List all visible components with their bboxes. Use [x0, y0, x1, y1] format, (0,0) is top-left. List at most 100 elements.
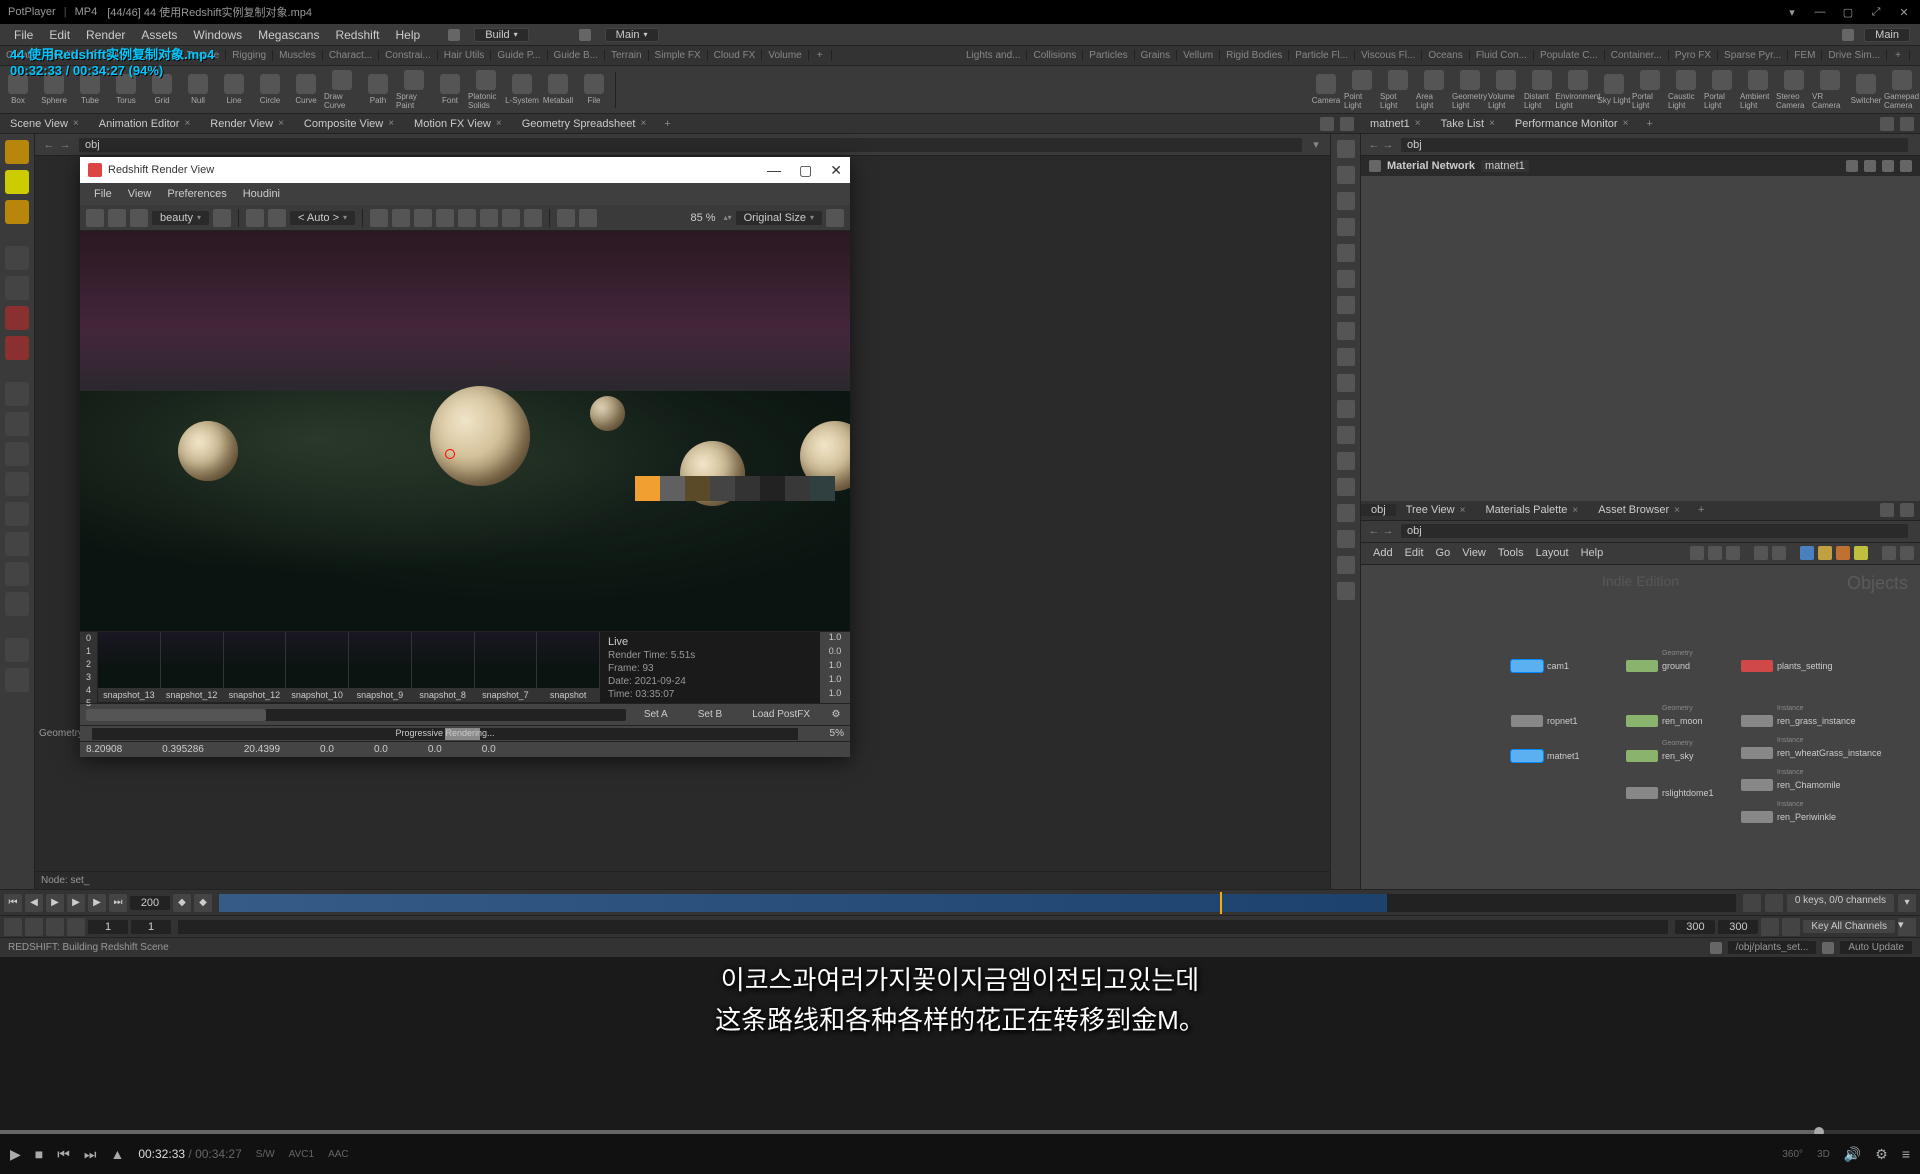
- gear-icon[interactable]: [1846, 160, 1858, 172]
- info-icon[interactable]: [1900, 160, 1912, 172]
- tool-icon[interactable]: [1337, 426, 1355, 444]
- shelf-tab[interactable]: Viscous Fl...: [1355, 50, 1422, 61]
- add-tab-button[interactable]: +: [656, 118, 678, 130]
- node-ren_Periwinkle[interactable]: Instanceren_Periwinkle: [1741, 811, 1836, 823]
- shelf-tab[interactable]: Constrai...: [379, 50, 438, 61]
- snapshot-thumb[interactable]: snapshot_12: [161, 632, 224, 702]
- shelf-tool-draw-curve[interactable]: Draw Curve: [324, 69, 360, 111]
- crop-icon[interactable]: [268, 209, 286, 227]
- tool-icon[interactable]: [1337, 218, 1355, 236]
- snapshot-scroll[interactable]: [86, 709, 626, 721]
- range-start[interactable]: 1: [88, 920, 128, 934]
- render-button[interactable]: [86, 209, 104, 227]
- shelf-tool-portal-light[interactable]: Portal Light: [1704, 69, 1740, 111]
- set-a-button[interactable]: Set A: [632, 708, 680, 721]
- node-ren_sky[interactable]: Geometryren_sky: [1626, 750, 1694, 762]
- range-icon[interactable]: [46, 918, 64, 936]
- tool-icon[interactable]: [1337, 478, 1355, 496]
- playlist-icon[interactable]: ≡: [1902, 1146, 1910, 1162]
- tool-icon[interactable]: [1754, 546, 1768, 560]
- play-button[interactable]: ▶: [67, 894, 85, 912]
- pane-opt-icon[interactable]: [1900, 503, 1914, 517]
- net-menu-layout[interactable]: Layout: [1530, 547, 1575, 559]
- tool-icon[interactable]: [1337, 166, 1355, 184]
- open-button[interactable]: ▲: [110, 1146, 124, 1162]
- nav-back-icon[interactable]: ←: [41, 139, 57, 151]
- key-all-button[interactable]: Key All Channels: [1803, 920, 1895, 933]
- wand-icon[interactable]: [502, 209, 520, 227]
- node-ren_Chamomile[interactable]: Instanceren_Chamomile: [1741, 779, 1841, 791]
- shelf-tab[interactable]: Terrain: [605, 50, 649, 61]
- flag-green-icon[interactable]: [1854, 546, 1868, 560]
- shelf-tool-area-light[interactable]: Area Light: [1416, 69, 1452, 111]
- flag-blue-icon[interactable]: [1800, 546, 1814, 560]
- key-button[interactable]: ◆: [194, 894, 212, 912]
- desktop-selector[interactable]: Build▾: [474, 28, 528, 42]
- shelf-tool-switcher[interactable]: Switcher: [1848, 69, 1884, 111]
- menu-render[interactable]: Render: [78, 28, 133, 42]
- move-tool-icon[interactable]: [5, 276, 29, 300]
- node-ren_wheatGrass_instance[interactable]: Instanceren_wheatGrass_instance: [1741, 747, 1882, 759]
- rw-menu-view[interactable]: View: [120, 188, 160, 200]
- lock-icon[interactable]: [370, 209, 388, 227]
- rw-titlebar[interactable]: Redshift Render View — ▢ ✕: [80, 157, 850, 183]
- pane-selector[interactable]: Main: [1864, 28, 1910, 42]
- range-end2[interactable]: 300: [1718, 920, 1758, 934]
- tool-icon[interactable]: [1337, 348, 1355, 366]
- timeline-track[interactable]: [219, 894, 1736, 912]
- volume-icon[interactable]: 🔊: [1844, 1146, 1861, 1163]
- shelf-tab[interactable]: FEM: [1788, 50, 1822, 61]
- rw-minimize-icon[interactable]: —: [767, 162, 781, 179]
- range-icon[interactable]: [25, 918, 43, 936]
- maximize-icon[interactable]: ▢: [1840, 6, 1856, 19]
- range-track[interactable]: [178, 920, 1668, 934]
- tab-scene-view[interactable]: Scene View ×: [0, 118, 89, 130]
- add-tab-button[interactable]: +: [1690, 504, 1712, 516]
- tool-icon[interactable]: [1337, 530, 1355, 548]
- fullscreen-icon[interactable]: ⤢: [1868, 6, 1884, 19]
- handle-tool-icon[interactable]: [5, 246, 29, 270]
- rate-3d[interactable]: 3D: [1817, 1149, 1830, 1160]
- shelf-tab[interactable]: Grains: [1135, 50, 1177, 61]
- pane-opt-icon[interactable]: [1340, 117, 1354, 131]
- snapshot-icon[interactable]: [246, 209, 264, 227]
- tab-motion-fx-view[interactable]: Motion FX View ×: [404, 118, 512, 130]
- tool-icon[interactable]: [1337, 270, 1355, 288]
- rw-menu-preferences[interactable]: Preferences: [159, 188, 234, 200]
- circle-icon[interactable]: [414, 209, 432, 227]
- current-frame[interactable]: 200: [130, 896, 170, 910]
- tab-tree-view[interactable]: Tree View ×: [1396, 504, 1476, 516]
- shelf-tool-l-system[interactable]: L-System: [504, 69, 540, 111]
- shelf-tab[interactable]: Rigid Bodies: [1220, 50, 1289, 61]
- shelf-tool-curve[interactable]: Curve: [288, 69, 324, 111]
- net-menu-add[interactable]: Add: [1367, 547, 1399, 559]
- matnet-path[interactable]: obj: [1401, 138, 1908, 152]
- tool-icon[interactable]: [1337, 296, 1355, 314]
- tool-icon[interactable]: [1337, 244, 1355, 262]
- tool-icon[interactable]: [1690, 546, 1704, 560]
- rw-menu-houdini[interactable]: Houdini: [235, 188, 288, 200]
- shelf-tab[interactable]: Guide B...: [548, 50, 605, 61]
- shelf-tab[interactable]: Particle Fl...: [1289, 50, 1355, 61]
- tool-icon[interactable]: [5, 638, 29, 662]
- lasso-tool-icon[interactable]: [5, 170, 29, 194]
- next-button[interactable]: ⏭: [84, 1146, 97, 1163]
- first-frame-button[interactable]: ⏮: [4, 894, 22, 912]
- shelf-tab[interactable]: Muscles: [273, 50, 323, 61]
- shelf-tool-geometry-light[interactable]: Geometry Light: [1452, 69, 1488, 111]
- tab-materials-palette[interactable]: Materials Palette ×: [1475, 504, 1588, 516]
- snap-tool-icon[interactable]: [5, 382, 29, 406]
- nav-fwd-icon[interactable]: →: [1381, 139, 1395, 151]
- shelf-tool-line[interactable]: Line: [216, 69, 252, 111]
- tool-icon[interactable]: [5, 502, 29, 526]
- rw-menu-file[interactable]: File: [86, 188, 120, 200]
- material-canvas[interactable]: [1361, 176, 1920, 501]
- tool-icon[interactable]: [1708, 546, 1722, 560]
- shelf-tab[interactable]: Vellum: [1177, 50, 1220, 61]
- scale-tool-icon[interactable]: [5, 336, 29, 360]
- tab-composite-view[interactable]: Composite View ×: [294, 118, 404, 130]
- play-back-button[interactable]: ▶: [46, 894, 64, 912]
- shelf-tab[interactable]: Drive Sim...: [1822, 50, 1887, 61]
- tool-icon[interactable]: [1726, 546, 1740, 560]
- net-menu-tools[interactable]: Tools: [1492, 547, 1530, 559]
